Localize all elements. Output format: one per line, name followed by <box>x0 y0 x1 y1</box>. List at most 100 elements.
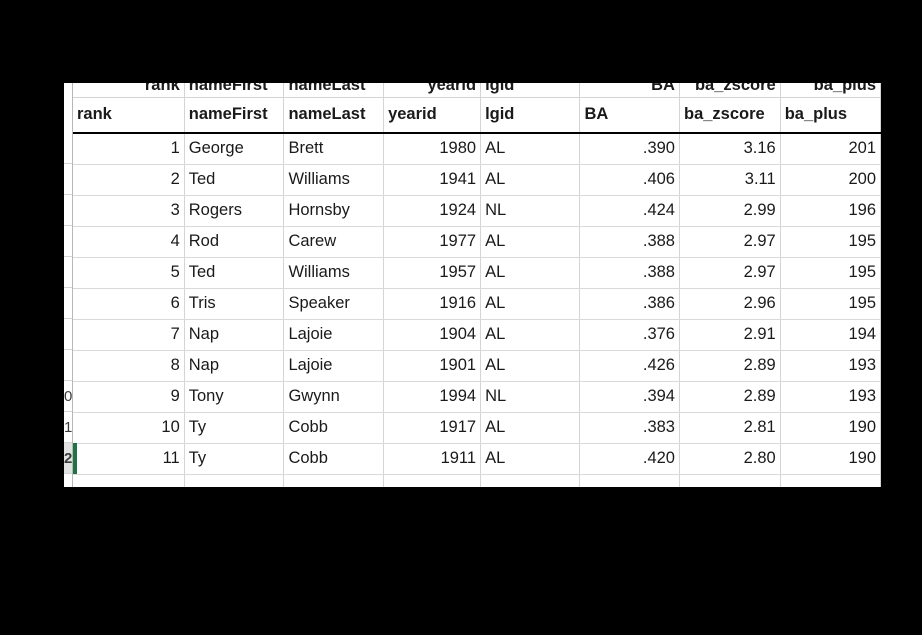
table-row[interactable]: 10 Ty Cobb 1917 AL .383 2.81 190 <box>73 412 881 444</box>
cell-nameLast[interactable]: Brett <box>283 133 385 165</box>
cell-ba_plus[interactable]: 195 <box>780 226 881 258</box>
cell-rank[interactable]: 8 <box>73 350 185 382</box>
cell-lgid[interactable]: AL <box>480 257 581 289</box>
row-header-cell[interactable]: 2 <box>64 443 72 474</box>
cell-rank[interactable]: 2 <box>73 164 185 196</box>
cell-yearid[interactable]: 1904 <box>383 319 482 351</box>
cell-rank[interactable]: 10 <box>73 412 185 444</box>
row-header-gutter[interactable]: 012 <box>64 83 73 487</box>
cell-ba_zscore[interactable]: 2.80 <box>679 443 781 475</box>
cell-rank[interactable]: 5 <box>73 257 185 289</box>
column-header-nameFirst[interactable]: nameFirst <box>184 97 285 134</box>
cell-ba_plus[interactable]: 193 <box>780 381 881 413</box>
cell-nameLast[interactable]: Carew <box>283 226 385 258</box>
cell-ba_zscore[interactable]: 2.96 <box>679 288 781 320</box>
cell-BA[interactable]: .394 <box>579 381 680 413</box>
table-row[interactable]: 8 Nap Lajoie 1901 AL .426 2.89 193 <box>73 350 881 382</box>
cell-lgid[interactable]: AL <box>480 288 581 320</box>
cell-nameFirst[interactable]: Ted <box>184 257 285 289</box>
cell-nameFirst[interactable]: Nap <box>184 319 285 351</box>
cell-ba_plus[interactable]: 196 <box>780 195 881 227</box>
cell-nameLast[interactable]: Williams <box>283 164 385 196</box>
cell-yearid[interactable]: 1911 <box>383 443 482 475</box>
cell-rank[interactable]: 3 <box>73 195 185 227</box>
column-header-ba_zscore[interactable]: ba_zscore <box>679 97 781 134</box>
cell-yearid[interactable]: 1916 <box>383 288 482 320</box>
cell-nameFirst[interactable]: Tony <box>184 381 285 413</box>
cell-nameLast[interactable]: Cobb <box>283 443 385 475</box>
row-header-cell[interactable]: 0 <box>64 381 72 412</box>
cell-rank[interactable]: 1 <box>73 133 185 165</box>
cell-nameLast[interactable]: Hornsby <box>283 195 385 227</box>
cell-rank[interactable]: 9 <box>73 381 185 413</box>
data-grid[interactable]: rank nameFirst nameLast yearid lgid BA ba_zsco… <box>73 83 881 487</box>
row-header-cell[interactable] <box>64 319 72 350</box>
column-header-yearid[interactable]: yearid <box>383 97 482 134</box>
cell-lgid[interactable]: AL <box>480 133 581 165</box>
cell-yearid[interactable]: 1901 <box>383 350 482 382</box>
cell-nameLast[interactable]: Lajoie <box>283 319 385 351</box>
cell-nameLast[interactable]: Lajoie <box>283 350 385 382</box>
cell-yearid[interactable]: 1941 <box>383 164 482 196</box>
column-header-rank[interactable]: rank <box>73 97 185 134</box>
cell-ba_zscore[interactable]: 3.16 <box>679 133 781 165</box>
cell-ba_plus[interactable]: 200 <box>780 164 881 196</box>
cell-yearid[interactable]: 1924 <box>383 195 482 227</box>
cell-nameLast[interactable]: Speaker <box>283 288 385 320</box>
column-header-BA[interactable]: BA <box>579 97 680 134</box>
cell-BA[interactable]: .386 <box>579 288 680 320</box>
cell-ba_zscore[interactable]: 2.97 <box>679 257 781 289</box>
table-row[interactable]: 7 Nap Lajoie 1904 AL .376 2.91 194 <box>73 319 881 351</box>
cell-ba_zscore[interactable]: 2.97 <box>679 226 781 258</box>
row-header-cell[interactable] <box>64 133 72 164</box>
column-header-ba_plus[interactable]: ba_plus <box>780 97 881 134</box>
table-row[interactable]: 2 Ted Williams 1941 AL .406 3.11 200 <box>73 164 881 196</box>
cell-ba_plus[interactable]: 195 <box>780 257 881 289</box>
row-header-cell[interactable] <box>64 226 72 257</box>
cell-rank[interactable]: 11 <box>73 443 185 475</box>
cell-BA[interactable]: .420 <box>579 443 680 475</box>
cell-nameFirst[interactable]: George <box>184 133 285 165</box>
cell-lgid[interactable]: AL <box>480 350 581 382</box>
row-header-cell[interactable]: 1 <box>64 412 72 443</box>
cell-nameLast[interactable]: Williams <box>283 257 385 289</box>
cell-nameFirst[interactable]: Nap <box>184 350 285 382</box>
cell-lgid[interactable]: NL <box>480 195 581 227</box>
column-header-nameLast[interactable]: nameLast <box>283 97 385 134</box>
cell-lgid[interactable]: NL <box>480 381 581 413</box>
cell-ba_zscore[interactable]: 2.89 <box>679 350 781 382</box>
cell-yearid[interactable]: 1977 <box>383 226 482 258</box>
cell-ba_zscore[interactable]: 2.89 <box>679 381 781 413</box>
cell-nameLast[interactable]: Cobb <box>283 412 385 444</box>
cell-ba_zscore[interactable]: 2.91 <box>679 319 781 351</box>
cell-yearid[interactable]: 1980 <box>383 133 482 165</box>
cell-BA[interactable]: .388 <box>579 257 680 289</box>
cell-ba_zscore[interactable]: 2.81 <box>679 412 781 444</box>
cell-BA[interactable]: .390 <box>579 133 680 165</box>
cell-rank[interactable]: 7 <box>73 319 185 351</box>
cell-lgid[interactable]: AL <box>480 164 581 196</box>
cell-BA[interactable]: .388 <box>579 226 680 258</box>
cell-lgid[interactable]: AL <box>480 226 581 258</box>
cell-rank[interactable]: 4 <box>73 226 185 258</box>
cell-yearid[interactable]: 1957 <box>383 257 482 289</box>
spreadsheet-viewport[interactable]: 012 rank nameFirst nameLast yearid lgid BA ba_… <box>64 83 881 487</box>
cell-ba_plus[interactable]: 194 <box>780 319 881 351</box>
cell-nameFirst[interactable]: Rogers <box>184 195 285 227</box>
cell-nameFirst[interactable]: Tris <box>184 288 285 320</box>
cell-lgid[interactable]: AL <box>480 443 581 475</box>
cell-ba_zscore[interactable]: 2.99 <box>679 195 781 227</box>
cell-yearid[interactable]: 1994 <box>383 381 482 413</box>
cell-nameFirst[interactable]: Ted <box>184 164 285 196</box>
cell-lgid[interactable]: AL <box>480 319 581 351</box>
cell-ba_zscore[interactable]: 3.11 <box>679 164 781 196</box>
table-row[interactable]: 6 Tris Speaker 1916 AL .386 2.96 195 <box>73 288 881 320</box>
cell-ba_plus[interactable]: 201 <box>780 133 881 165</box>
row-header-cell[interactable] <box>64 288 72 319</box>
cell-BA[interactable]: .426 <box>579 350 680 382</box>
cell-BA[interactable]: .424 <box>579 195 680 227</box>
table-row[interactable]: 3 Rogers Hornsby 1924 NL .424 2.99 196 <box>73 195 881 227</box>
cell-BA[interactable]: .406 <box>579 164 680 196</box>
row-header-cell[interactable] <box>64 350 72 381</box>
cell-ba_plus[interactable]: 193 <box>780 350 881 382</box>
